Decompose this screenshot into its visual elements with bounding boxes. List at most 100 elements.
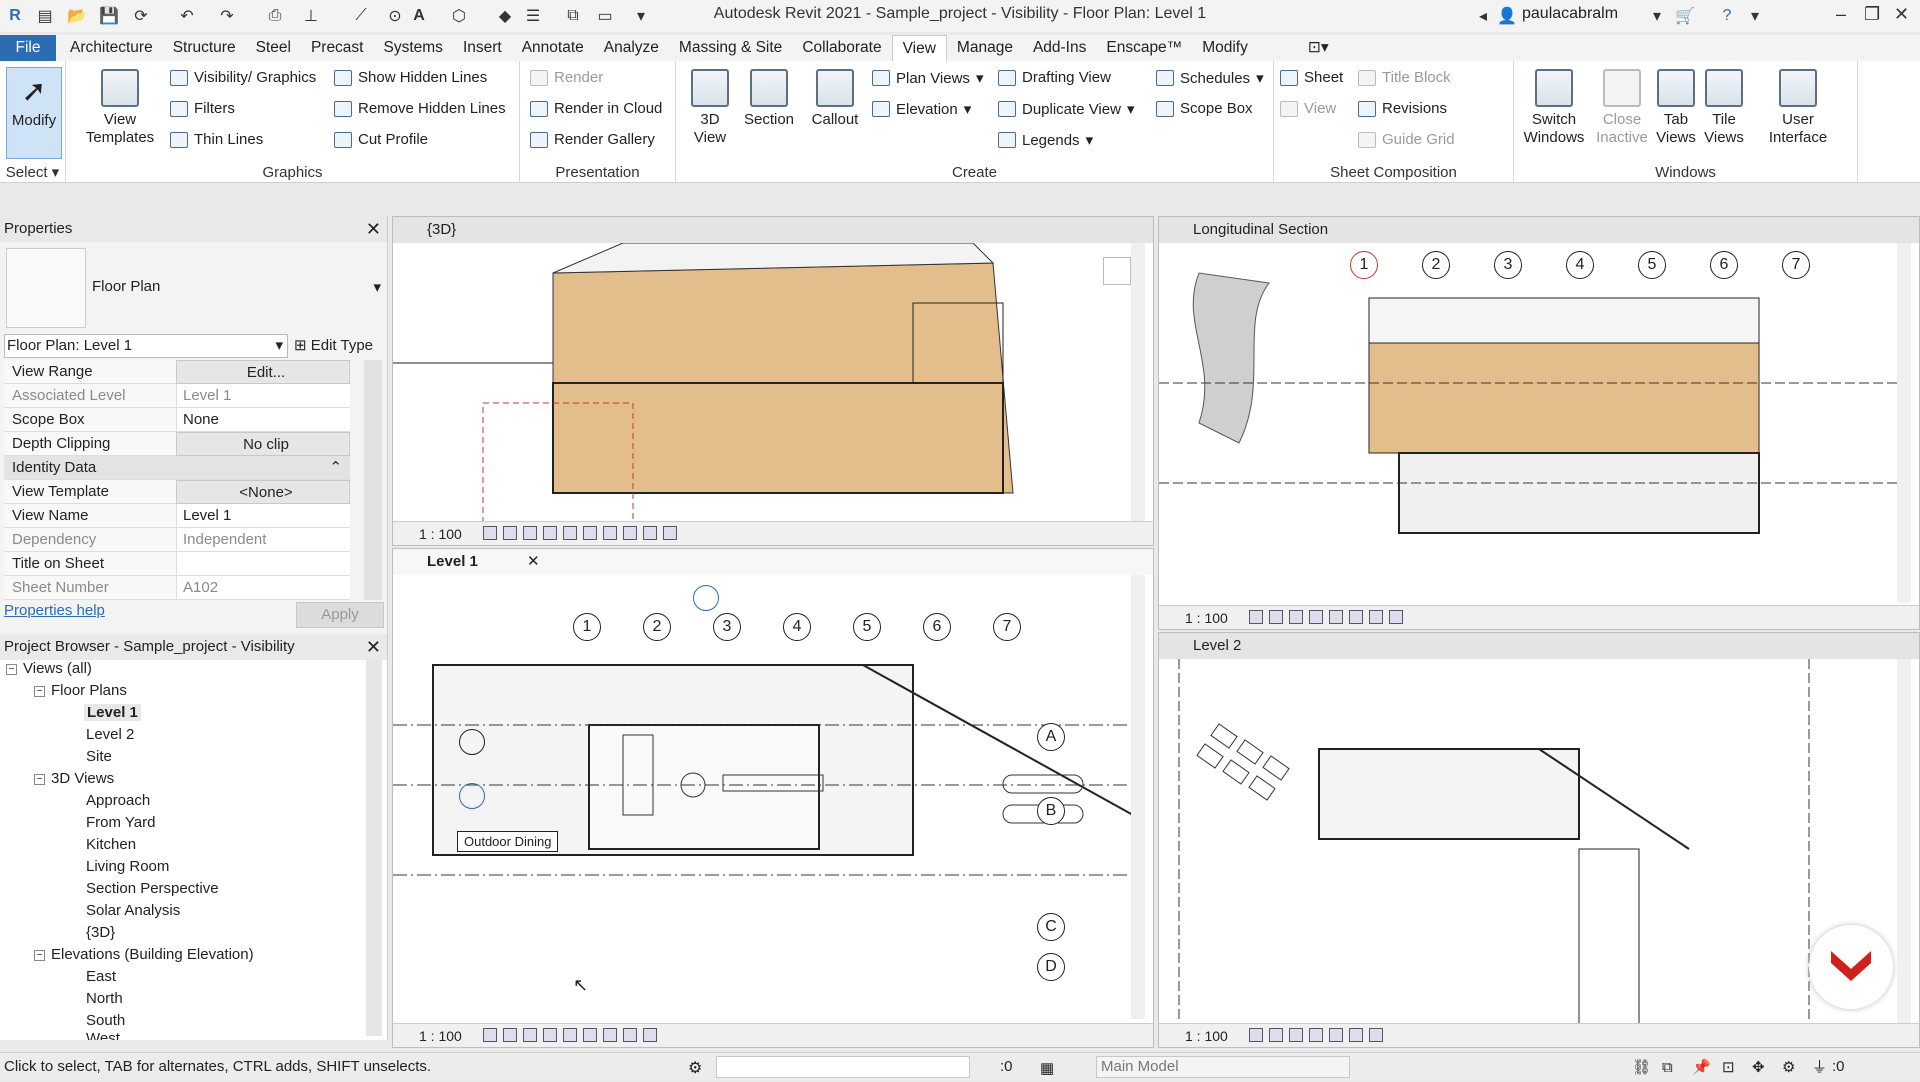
elevation-tag-icon[interactable]: [459, 783, 485, 809]
properties-help-link[interactable]: Properties help: [4, 602, 105, 619]
section-view-window[interactable]: Longitudinal Section 1 2 3 4 5 6 7 1 : 1…: [1158, 216, 1920, 630]
view-button[interactable]: View: [1280, 100, 1336, 117]
show-crop-icon[interactable]: [1349, 1028, 1363, 1042]
tree-node-3d[interactable]: {3D}: [86, 924, 115, 941]
tree-node-east[interactable]: East: [86, 968, 116, 985]
select-dropdown[interactable]: Select ▾: [0, 163, 65, 181]
title-block-button[interactable]: Title Block: [1358, 69, 1451, 86]
tab-analyze[interactable]: Analyze: [594, 35, 669, 61]
tree-node-elevations[interactable]: − Elevations (Building Elevation): [34, 946, 254, 963]
tab-massing-site[interactable]: Massing & Site: [669, 35, 792, 61]
tree-node-level-2[interactable]: Level 2: [86, 726, 134, 743]
level-1-view-window[interactable]: Level 1 ✕ Outdoor Dining 1 2 3 4 5 6 7 A …: [392, 548, 1154, 1048]
shadows-icon[interactable]: [1309, 610, 1323, 624]
tree-node-views-all[interactable]: − Views (all): [6, 660, 92, 677]
reveal-hidden-icon[interactable]: [623, 1028, 637, 1042]
tile-views-button[interactable]: Tile Views: [1700, 69, 1748, 147]
tab-add-ins[interactable]: Add-Ins: [1023, 35, 1096, 61]
browser-scrollbar[interactable]: [366, 660, 382, 1036]
revisions-button[interactable]: Revisions: [1358, 100, 1447, 117]
user-dropdown-icon[interactable]: ▾: [1646, 5, 1668, 27]
scope-box-field[interactable]: None: [176, 408, 350, 432]
duplicate-view-button[interactable]: Duplicate View ▾: [998, 100, 1134, 118]
viewcube-icon[interactable]: [1103, 257, 1131, 285]
tab-architecture[interactable]: Architecture: [60, 35, 163, 61]
shadows-icon[interactable]: [1309, 1028, 1323, 1042]
tree-node-floor-plans[interactable]: − Floor Plans: [34, 682, 127, 699]
tree-node-kitchen[interactable]: Kitchen: [86, 836, 136, 853]
browser-close-icon[interactable]: ✕: [366, 634, 381, 660]
level-2-scrollbar[interactable]: [1897, 659, 1911, 1023]
tab-annotate[interactable]: Annotate: [512, 35, 594, 61]
instance-selector[interactable]: Floor Plan: Level 1 ▾: [4, 334, 288, 358]
filters-button[interactable]: Filters: [170, 100, 235, 117]
tree-node-3d-views[interactable]: −3D Views: [34, 770, 114, 787]
tree-node-approach[interactable]: Approach: [86, 792, 150, 809]
tab-systems[interactable]: Systems: [374, 35, 453, 61]
help-icon[interactable]: ?: [1716, 5, 1738, 27]
tab-view[interactable]: View: [891, 35, 947, 61]
select-pinned-icon[interactable]: 📌: [1692, 1054, 1711, 1081]
sun-path-icon[interactable]: [1289, 1028, 1303, 1042]
section-scrollbar[interactable]: [1897, 243, 1911, 603]
tree-node-north[interactable]: North: [86, 990, 123, 1007]
design-option-dropdown[interactable]: Main Model: [1096, 1056, 1350, 1078]
visual-style-icon[interactable]: [503, 526, 517, 540]
section-tag-icon[interactable]: [693, 585, 719, 611]
detail-level-icon[interactable]: [483, 526, 497, 540]
detail-level-icon[interactable]: [483, 1028, 497, 1042]
temp-hide-icon[interactable]: [1369, 1028, 1383, 1042]
detail-level-icon[interactable]: [1249, 1028, 1263, 1042]
level-1-scrollbar[interactable]: [1131, 575, 1145, 1019]
tab-insert[interactable]: Insert: [453, 35, 512, 61]
filter-icon[interactable]: ⏚: [1812, 1054, 1827, 1081]
view-scale[interactable]: 1 : 100: [1185, 610, 1228, 626]
render-button[interactable]: Render: [530, 69, 603, 86]
select-by-face-icon[interactable]: ⊡: [1722, 1054, 1735, 1081]
minimize-icon[interactable]: –: [1836, 4, 1846, 25]
level-2-tab[interactable]: Level 2: [1159, 633, 1919, 659]
tab-enscape[interactable]: Enscape™: [1096, 35, 1192, 61]
tab-precast[interactable]: Precast: [301, 35, 374, 61]
workset-dropdown[interactable]: [716, 1056, 970, 1078]
chevron-left-icon[interactable]: ◂: [1472, 5, 1494, 27]
properties-close-icon[interactable]: ✕: [366, 216, 381, 242]
tab-file[interactable]: File: [0, 35, 56, 61]
crop-view-icon[interactable]: [1329, 1028, 1343, 1042]
view-3d-tab[interactable]: {3D}: [393, 217, 1153, 243]
visual-style-icon[interactable]: [503, 1028, 517, 1042]
background-process-icon[interactable]: ⚙: [1782, 1054, 1795, 1081]
tree-node-site[interactable]: Site: [86, 748, 112, 765]
tab-collaborate[interactable]: Collaborate: [792, 35, 891, 61]
callout-button[interactable]: Callout: [802, 69, 868, 129]
shadows-icon[interactable]: [543, 1028, 557, 1042]
help-dropdown-icon[interactable]: ▾: [1744, 5, 1766, 27]
scope-box-button[interactable]: Scope Box: [1156, 100, 1253, 117]
user-interface-button[interactable]: User Interface: [1756, 69, 1840, 147]
user-icon[interactable]: 👤: [1496, 5, 1518, 27]
user-name[interactable]: paulacabralm: [1522, 5, 1618, 23]
visual-style-icon[interactable]: [1269, 1028, 1283, 1042]
cart-icon[interactable]: 🛒: [1674, 5, 1696, 27]
guide-grid-button[interactable]: Guide Grid: [1358, 131, 1455, 148]
modify-button[interactable]: ➚ Modify: [6, 67, 62, 159]
select-links-icon[interactable]: ⛓: [1632, 1054, 1651, 1081]
show-hidden-lines-button[interactable]: Show Hidden Lines: [334, 69, 487, 86]
ribbon-toggle-icon[interactable]: ⊡▾: [1298, 35, 1339, 61]
title-on-sheet-field[interactable]: [176, 552, 350, 576]
render-in-cloud-button[interactable]: Render in Cloud: [530, 100, 662, 117]
crop-view-icon[interactable]: [583, 526, 597, 540]
select-underlay-icon[interactable]: ⧉: [1662, 1054, 1673, 1081]
lock-view-icon[interactable]: [623, 526, 637, 540]
edit-type-button[interactable]: ⊞ Edit Type: [294, 336, 373, 354]
tree-node-west[interactable]: West: [86, 1030, 120, 1040]
analytical-model-icon[interactable]: [643, 1028, 657, 1042]
thin-lines-button[interactable]: Thin Lines: [170, 131, 263, 148]
legends-button[interactable]: Legends ▾: [998, 131, 1093, 149]
render-dialog-icon[interactable]: [563, 526, 577, 540]
properties-scrollbar[interactable]: [364, 360, 382, 600]
shadows-icon[interactable]: [543, 526, 557, 540]
sun-path-icon[interactable]: [523, 526, 537, 540]
room-tag-label[interactable]: Outdoor Dining: [457, 831, 559, 852]
switch-windows-button[interactable]: Switch Windows: [1522, 69, 1586, 147]
